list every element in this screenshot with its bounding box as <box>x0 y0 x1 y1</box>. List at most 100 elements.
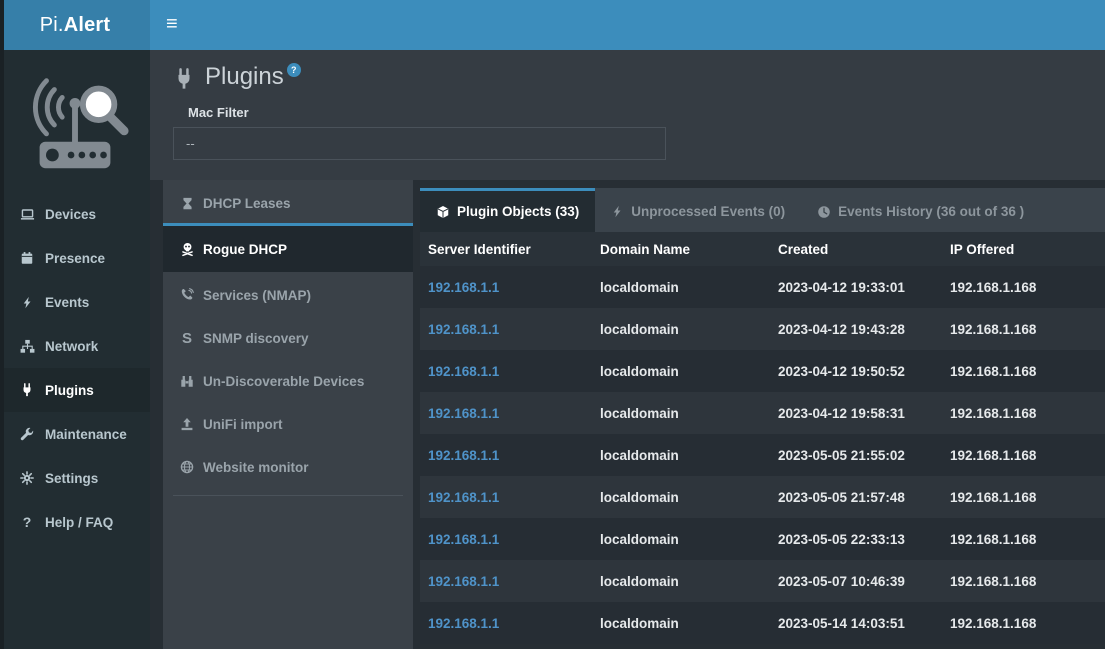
laptop-icon <box>16 207 38 222</box>
tab-events-history-36-out-of-36[interactable]: Events History (36 out of 36 ) <box>801 188 1040 232</box>
plugin-nav-list: DHCP Leases Rogue DHCP Services (NMAP) S SNM… <box>163 180 413 487</box>
cell-server-identifier-link[interactable]: 192.168.1.1 <box>420 532 592 547</box>
plugin-nav-item-label: DHCP Leases <box>203 196 291 211</box>
cell-server-identifier-link[interactable]: 192.168.1.1 <box>420 280 592 295</box>
cell: 2023-05-05 22:33:13 <box>770 532 942 547</box>
cell: localdomain <box>592 322 770 337</box>
mac-filter-input[interactable] <box>173 127 666 160</box>
gear-icon <box>16 471 38 485</box>
plugin-nav-item-snmp-discovery[interactable]: S SNMP discovery <box>163 315 413 358</box>
cell-server-identifier-link[interactable]: 192.168.1.1 <box>420 490 592 505</box>
table-row: 192.168.1.1localdomain2023-05-05 21:57:4… <box>420 476 1105 518</box>
cell: 192.168.1.168 <box>942 322 1105 337</box>
cell: 2023-04-12 19:58:31 <box>770 406 942 421</box>
cell: localdomain <box>592 490 770 505</box>
plugin-nav-item-services-nmap[interactable]: Services (NMAP) <box>163 272 413 315</box>
brand-name: Alert <box>64 14 111 37</box>
plugin-nav-item-dhcp-leases[interactable]: DHCP Leases <box>163 180 413 223</box>
cell: 2023-05-05 21:57:48 <box>770 490 942 505</box>
sidebar-item-settings[interactable]: Settings <box>0 456 150 500</box>
plugin-nav-item-website-monitor[interactable]: Website monitor <box>163 444 413 487</box>
letter-s-icon: S <box>177 331 197 346</box>
cell-server-identifier-link[interactable]: 192.168.1.1 <box>420 574 592 589</box>
phone-volume-icon <box>177 288 197 302</box>
top-header: Pi.Alert ≡ <box>0 0 1105 50</box>
globe-icon <box>177 460 197 474</box>
cell: 192.168.1.168 <box>942 574 1105 589</box>
sidebar-item-presence[interactable]: Presence <box>0 236 150 280</box>
plugin-nav-item-unifi-import[interactable]: UniFi import <box>163 401 413 444</box>
plugin-nav-item-label: SNMP discovery <box>203 331 309 346</box>
sidebar-item-label: Plugins <box>45 383 94 398</box>
cell: 2023-05-05 21:55:02 <box>770 448 942 463</box>
sidebar-item-events[interactable]: Events <box>0 280 150 324</box>
plugin-nav-item-label: Un-Discoverable Devices <box>203 374 364 389</box>
clock-icon <box>817 205 831 219</box>
cell: localdomain <box>592 364 770 379</box>
help-badge[interactable]: ? <box>287 63 301 77</box>
sidebar: DevicesPresence Events Network Plugins Maint… <box>0 50 150 649</box>
hamburger-menu-icon[interactable]: ≡ <box>150 3 196 47</box>
main-panel: Plugin Objects (33) Unprocessed Events (0… <box>420 188 1105 649</box>
sidebar-item-help-faq[interactable]: ?Help / FAQ <box>0 500 150 544</box>
sidebar-item-devices[interactable]: Devices <box>0 192 150 236</box>
cell-server-identifier-link[interactable]: 192.168.1.1 <box>420 448 592 463</box>
plugin-nav-item-rogue-dhcp[interactable]: Rogue DHCP <box>163 223 413 272</box>
cube-icon <box>436 205 450 219</box>
brand-logo[interactable]: Pi.Alert <box>0 0 150 50</box>
bolt-icon <box>16 296 38 309</box>
cell: 192.168.1.168 <box>942 448 1105 463</box>
column-header-domain-name: Domain Name <box>592 242 770 257</box>
sidebar-item-label: Settings <box>45 471 98 486</box>
column-header-server-identifier: Server Identifier <box>420 242 592 257</box>
tab-unprocessed-events-0[interactable]: Unprocessed Events (0) <box>595 188 801 232</box>
table-row: 192.168.1.1localdomain2023-05-07 10:46:3… <box>420 560 1105 602</box>
page-title-text: Plugins <box>205 63 284 92</box>
cell: 2023-04-12 19:43:28 <box>770 322 942 337</box>
tab-plugin-objects-33[interactable]: Plugin Objects (33) <box>420 188 595 232</box>
sidebar-menu: DevicesPresence Events Network Plugins Maint… <box>0 192 150 544</box>
sidebar-item-label: Help / FAQ <box>45 515 113 530</box>
table-row: 192.168.1.1localdomain2023-04-12 19:58:3… <box>420 392 1105 434</box>
cell-server-identifier-link[interactable]: 192.168.1.1 <box>420 616 592 631</box>
table-row: 192.168.1.1localdomain2023-05-05 22:33:1… <box>420 518 1105 560</box>
sidebar-item-maintenance[interactable]: Maintenance <box>0 412 150 456</box>
skull-crossbones-icon <box>177 242 197 257</box>
sitemap-icon <box>16 339 38 354</box>
wrench-icon <box>16 427 38 441</box>
column-header-created: Created <box>770 242 942 257</box>
plugin-nav-item-label: Website monitor <box>203 460 309 475</box>
cell: 2023-04-12 19:33:01 <box>770 280 942 295</box>
sidebar-item-label: Events <box>45 295 89 310</box>
tab-label: Events History (36 out of 36 ) <box>838 204 1024 219</box>
sidebar-item-label: Network <box>45 339 98 354</box>
hourglass-icon <box>177 197 197 210</box>
cell: 192.168.1.168 <box>942 616 1105 631</box>
table-row: 192.168.1.1localdomain2023-04-12 19:33:0… <box>420 266 1105 308</box>
table-header-row: Server Identifier Domain Name Created IP… <box>420 232 1105 266</box>
cell: 192.168.1.168 <box>942 364 1105 379</box>
table-row: 192.168.1.1localdomain2023-05-05 21:55:0… <box>420 434 1105 476</box>
cell: 2023-05-07 10:46:39 <box>770 574 942 589</box>
cell: localdomain <box>592 532 770 547</box>
plugin-nav-item-label: UniFi import <box>203 417 283 432</box>
cell: localdomain <box>592 616 770 631</box>
cell: 2023-05-14 14:03:51 <box>770 616 942 631</box>
plugin-nav-item-un-discoverable-devices[interactable]: Un-Discoverable Devices <box>163 358 413 401</box>
binoculars-icon <box>177 374 197 388</box>
table-body: 192.168.1.1localdomain2023-04-12 19:33:0… <box>420 266 1105 644</box>
sidebar-item-plugins[interactable]: Plugins <box>0 368 150 412</box>
cell-server-identifier-link[interactable]: 192.168.1.1 <box>420 364 592 379</box>
table-row: 192.168.1.1localdomain2023-04-12 19:43:2… <box>420 308 1105 350</box>
table-row: 192.168.1.1localdomain2023-05-14 14:03:5… <box>420 602 1105 644</box>
cell-server-identifier-link[interactable]: 192.168.1.1 <box>420 322 592 337</box>
sidebar-item-label: Maintenance <box>45 427 127 442</box>
plugin-nav-item-label: Rogue DHCP <box>203 242 287 257</box>
sidebar-item-network[interactable]: Network <box>0 324 150 368</box>
upload-icon <box>177 417 197 431</box>
cell-server-identifier-link[interactable]: 192.168.1.1 <box>420 406 592 421</box>
cell: localdomain <box>592 448 770 463</box>
tab-label: Unprocessed Events (0) <box>631 204 785 219</box>
cell: 192.168.1.168 <box>942 490 1105 505</box>
page-title: Plugins ? <box>173 63 1105 92</box>
